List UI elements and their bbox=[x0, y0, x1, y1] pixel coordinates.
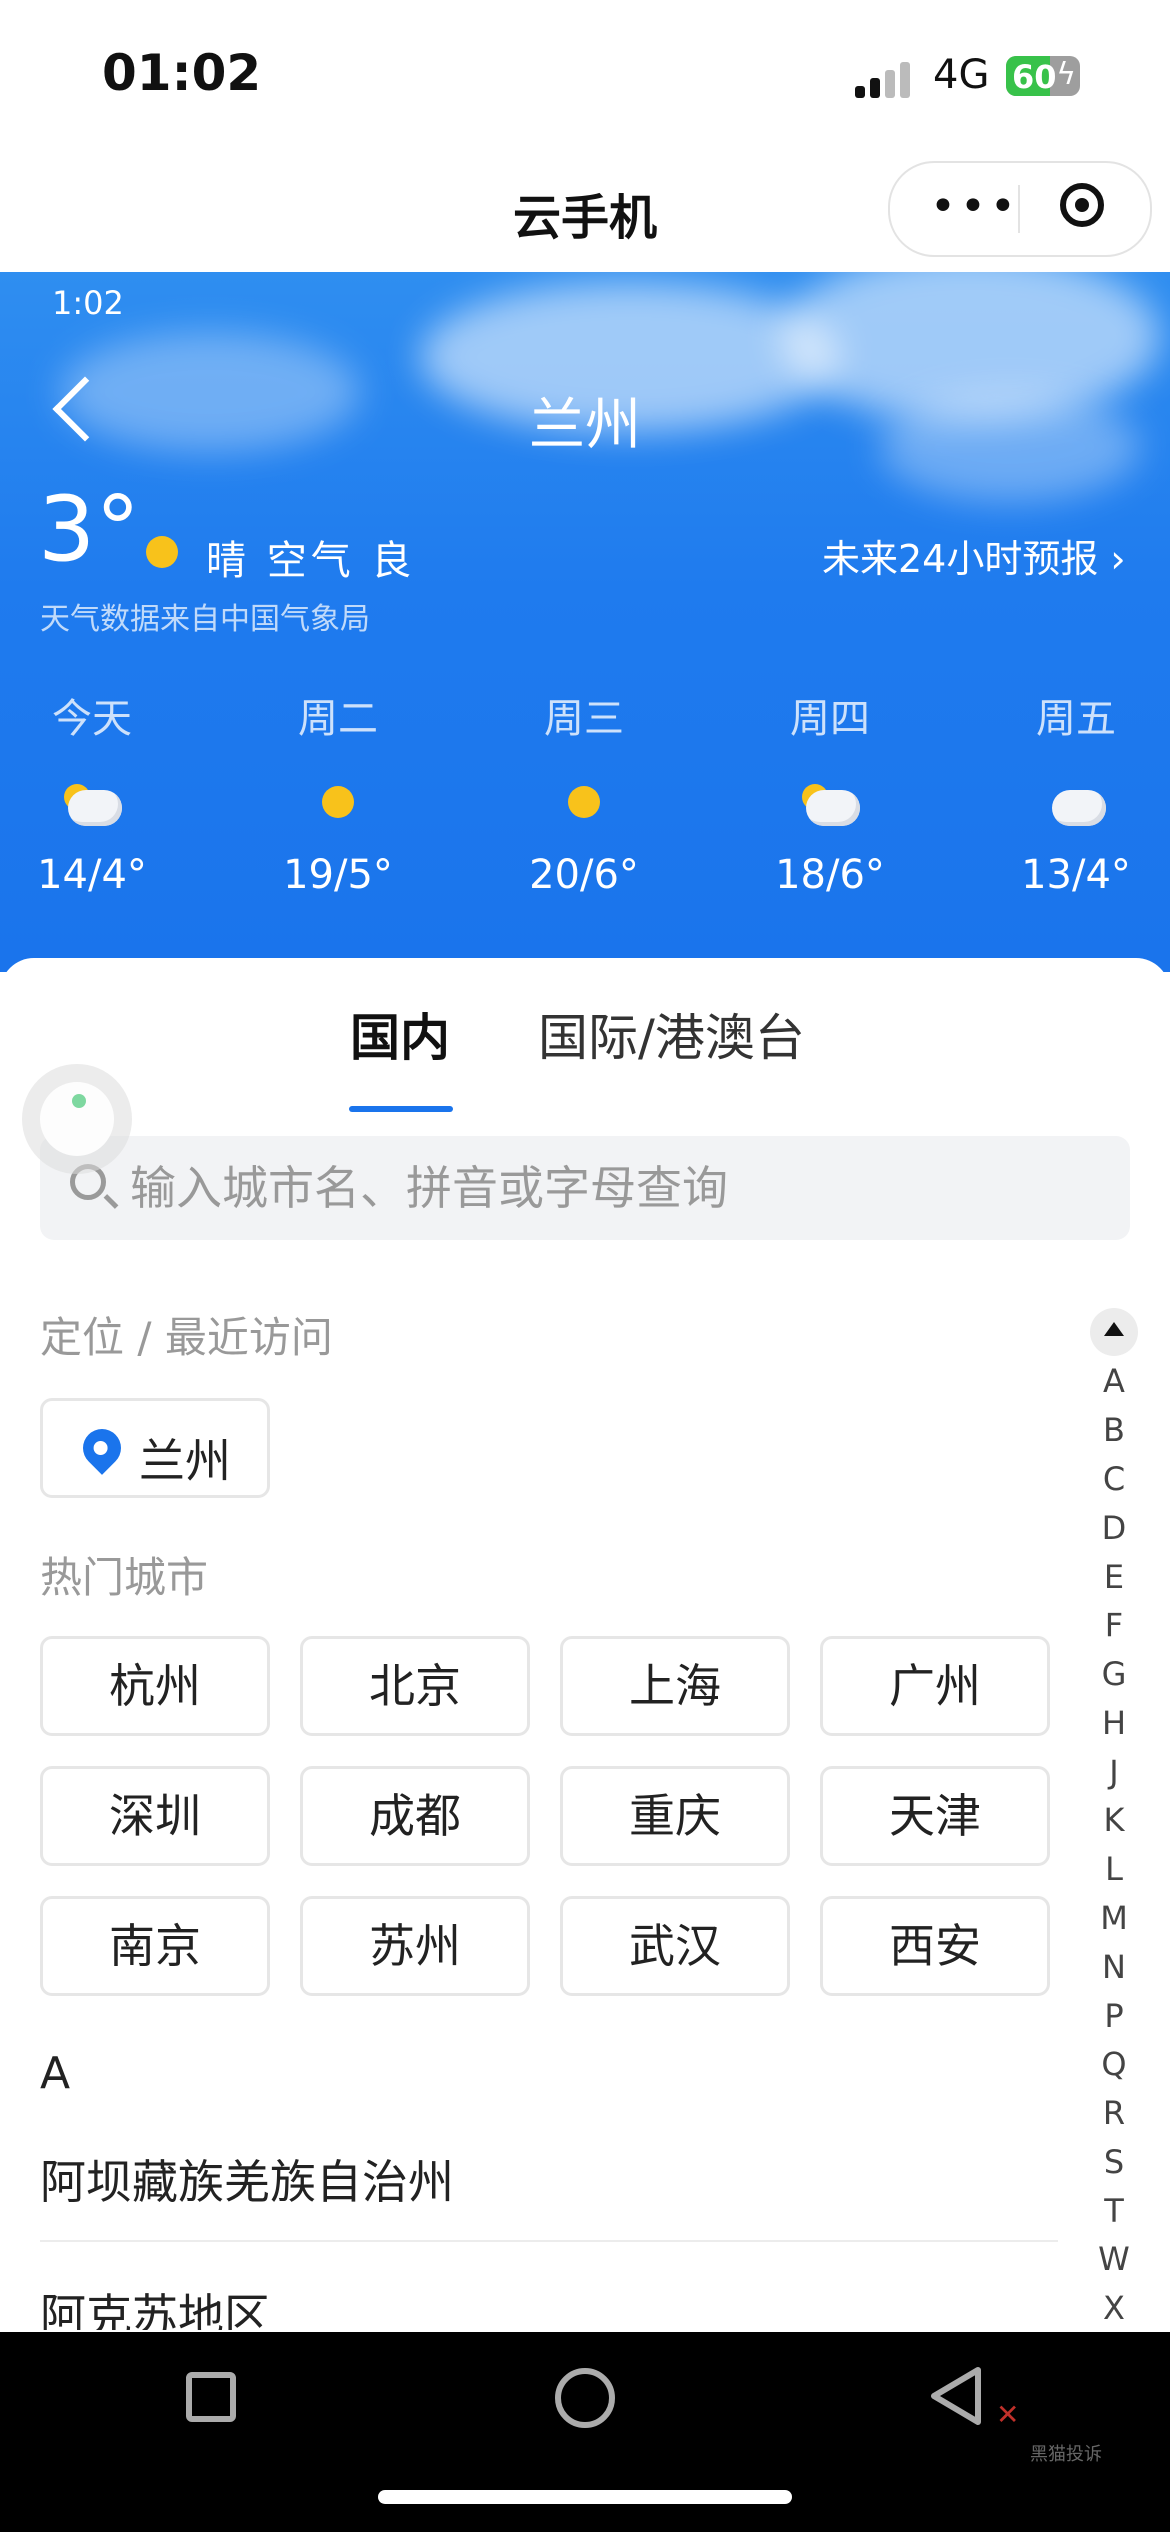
current-temperature: 3° bbox=[38, 477, 141, 582]
index-letter[interactable]: L bbox=[1088, 1850, 1140, 1888]
hot-city-chip[interactable]: 重庆 bbox=[560, 1766, 790, 1866]
hot-city-chip[interactable]: 上海 bbox=[560, 1636, 790, 1736]
index-letter[interactable]: H bbox=[1088, 1704, 1140, 1742]
floating-assistive-button[interactable] bbox=[22, 1064, 132, 1174]
index-letter[interactable]: N bbox=[1088, 1948, 1140, 1986]
charging-bolt-icon: ϟ bbox=[1056, 57, 1076, 92]
sun-icon bbox=[554, 780, 614, 830]
inner-clock: 1:02 bbox=[52, 284, 124, 322]
recent-section-label: 定位 / 最近访问 bbox=[40, 1313, 333, 1362]
index-letter[interactable]: C bbox=[1088, 1460, 1140, 1498]
active-tab-indicator bbox=[349, 1106, 453, 1112]
day-name: 周四 bbox=[790, 696, 870, 742]
index-letter[interactable]: X bbox=[1088, 2289, 1140, 2327]
index-letter[interactable]: A bbox=[1088, 1362, 1140, 1400]
partly-cloudy-icon bbox=[62, 780, 122, 830]
temp-range: 20/6° bbox=[529, 852, 639, 898]
tab-international[interactable]: 国际/港澳台 bbox=[538, 998, 805, 1070]
forecast-day: 周二 19/5° bbox=[238, 686, 438, 898]
partly-cloudy-icon bbox=[800, 780, 860, 830]
current-location-chip[interactable]: 兰州 bbox=[40, 1398, 270, 1498]
index-letter[interactable]: D bbox=[1088, 1509, 1140, 1547]
scroll-top-icon[interactable] bbox=[1090, 1308, 1138, 1356]
capsule-divider bbox=[1018, 185, 1020, 233]
day-name: 周五 bbox=[1036, 696, 1116, 742]
forecast-24h-link[interactable]: 未来24小时预报 › bbox=[822, 528, 1126, 583]
home-indicator[interactable] bbox=[378, 2490, 792, 2504]
hot-city-chip[interactable]: 苏州 bbox=[300, 1896, 530, 1996]
index-letter[interactable]: W bbox=[1088, 2240, 1140, 2278]
more-icon[interactable]: ••• bbox=[930, 185, 1020, 229]
sun-icon bbox=[146, 536, 178, 568]
cloud-icon bbox=[1046, 780, 1106, 830]
day-name: 周三 bbox=[544, 696, 624, 742]
index-letter[interactable]: K bbox=[1088, 1801, 1140, 1839]
sun-icon bbox=[308, 780, 368, 830]
hot-city-chip[interactable]: 天津 bbox=[820, 1766, 1050, 1866]
signal-icon bbox=[855, 58, 915, 98]
index-letter[interactable]: S bbox=[1088, 2143, 1140, 2181]
search-input[interactable] bbox=[130, 1158, 1090, 1218]
day-name: 周二 bbox=[298, 696, 378, 742]
city-title: 兰州 bbox=[529, 393, 641, 458]
temp-range: 14/4° bbox=[37, 852, 147, 898]
recent-apps-icon[interactable] bbox=[186, 2372, 236, 2422]
list-letter-header: A bbox=[40, 2048, 71, 2099]
hot-city-chip[interactable]: 北京 bbox=[300, 1636, 530, 1736]
day-name: 今天 bbox=[52, 696, 132, 742]
forecast-day: 周三 20/6° bbox=[484, 686, 684, 898]
index-letter[interactable]: Q bbox=[1088, 2045, 1140, 2083]
watermark-text: 黑猫投诉 bbox=[1030, 2444, 1102, 2465]
index-letter[interactable]: T bbox=[1088, 2192, 1140, 2230]
city-list-item[interactable]: 阿克苏地区 bbox=[40, 2280, 270, 2330]
hot-city-chip[interactable]: 西安 bbox=[820, 1896, 1050, 1996]
forecast-day: 周四 18/6° bbox=[730, 686, 930, 898]
battery-level: 60 bbox=[1012, 58, 1057, 96]
location-city: 兰州 bbox=[139, 1434, 231, 1488]
network-type: 4G bbox=[933, 52, 990, 98]
data-source: 天气数据来自中国气象局 bbox=[40, 602, 370, 637]
hot-city-chip[interactable]: 武汉 bbox=[560, 1896, 790, 1996]
battery-icon: 60 ϟ bbox=[1006, 56, 1080, 96]
location-pin-icon bbox=[75, 1421, 129, 1475]
hot-cities-label: 热门城市 bbox=[40, 1553, 209, 1602]
index-letter[interactable]: R bbox=[1088, 2094, 1140, 2132]
forecast-day: 今天 14/4° bbox=[0, 686, 192, 898]
index-letter[interactable]: P bbox=[1088, 1997, 1140, 2035]
index-letter[interactable]: M bbox=[1088, 1899, 1140, 1937]
nav-back-icon[interactable] bbox=[926, 2364, 986, 2428]
index-letter[interactable]: J bbox=[1088, 1753, 1140, 1791]
home-icon[interactable] bbox=[555, 2368, 615, 2428]
list-divider bbox=[40, 2240, 1058, 2242]
index-letter[interactable]: E bbox=[1088, 1558, 1140, 1596]
index-letter[interactable]: F bbox=[1088, 1606, 1140, 1644]
forecast-day: 周五 13/4° bbox=[976, 686, 1170, 898]
mini-program-capsule: ••• bbox=[888, 161, 1152, 257]
status-time: 01:02 bbox=[102, 44, 262, 102]
close-target-icon[interactable] bbox=[1060, 183, 1104, 227]
hot-city-chip[interactable]: 杭州 bbox=[40, 1636, 270, 1736]
temp-range: 13/4° bbox=[1021, 852, 1131, 898]
weather-condition: 晴 空气 良 bbox=[206, 538, 416, 584]
tab-domestic[interactable]: 国内 bbox=[350, 998, 450, 1070]
city-list-item[interactable]: 阿坝藏族羌族自治州 bbox=[40, 2146, 454, 2212]
temp-range: 19/5° bbox=[283, 852, 393, 898]
hot-city-chip[interactable]: 南京 bbox=[40, 1896, 270, 1996]
hot-city-chip[interactable]: 深圳 bbox=[40, 1766, 270, 1866]
hot-city-chip[interactable]: 成都 bbox=[300, 1766, 530, 1866]
hot-city-chip[interactable]: 广州 bbox=[820, 1636, 1050, 1736]
watermark-logo-icon: ✕ bbox=[996, 2398, 1020, 2431]
index-letter[interactable]: G bbox=[1088, 1655, 1140, 1693]
index-letter[interactable]: B bbox=[1088, 1411, 1140, 1449]
temp-range: 18/6° bbox=[775, 852, 885, 898]
